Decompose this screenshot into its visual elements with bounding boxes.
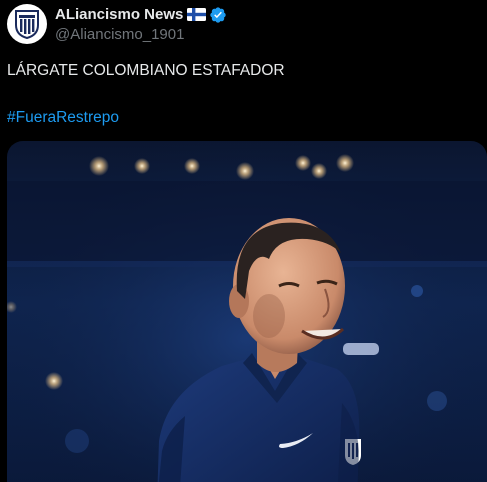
- tweet-photo[interactable]: [7, 141, 487, 482]
- tweet-header: ALiancismo News @Aliancismo_1901: [7, 3, 227, 45]
- avatar[interactable]: [7, 4, 47, 44]
- hashtag-link[interactable]: #FueraRestrepo: [7, 108, 119, 128]
- coach-photo: [7, 141, 487, 482]
- club-crest-icon: [15, 10, 39, 39]
- display-name[interactable]: ALiancismo News: [55, 6, 183, 23]
- tweet-card[interactable]: ALiancismo News @Aliancismo_1901 LÁRGATE…: [0, 0, 487, 482]
- verified-badge-icon[interactable]: [209, 6, 227, 24]
- name-row: ALiancismo News: [55, 5, 227, 25]
- tweet-text: LÁRGATE COLOMBIANO ESTAFADOR: [7, 62, 285, 79]
- finland-flag-icon: [187, 8, 207, 21]
- account-names: ALiancismo News @Aliancismo_1901: [55, 5, 227, 44]
- account-handle[interactable]: @Aliancismo_1901: [55, 25, 227, 44]
